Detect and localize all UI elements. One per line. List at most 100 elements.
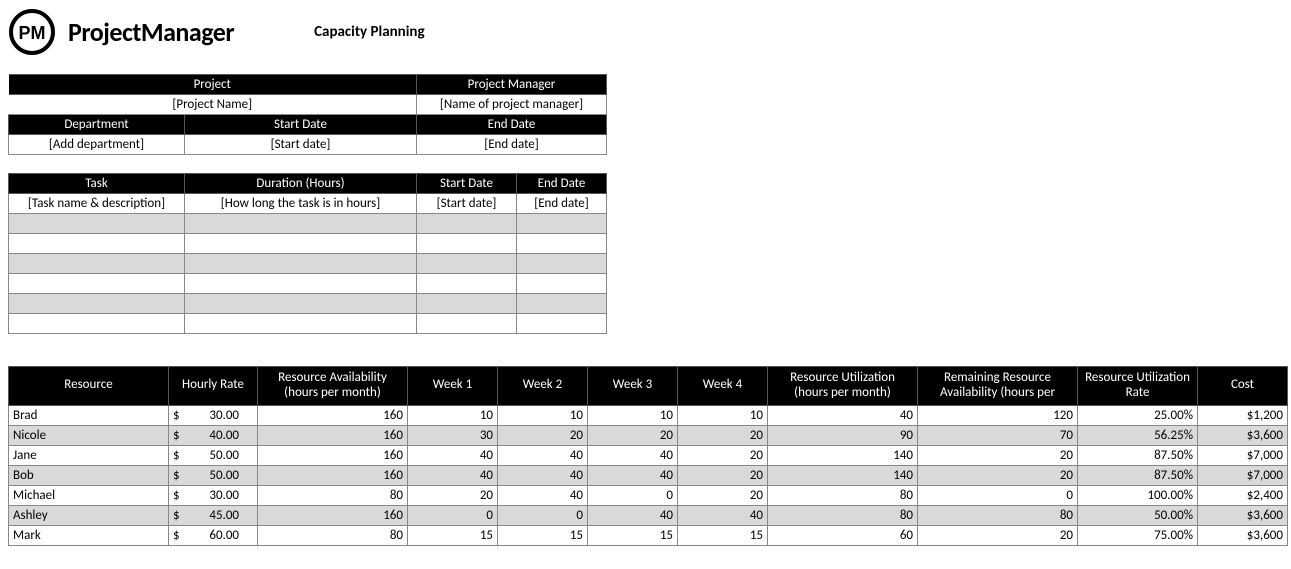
week3-cell[interactable]: 40 [588, 505, 678, 525]
week2-cell[interactable]: 0 [498, 505, 588, 525]
remain-cell[interactable]: 20 [918, 465, 1078, 485]
remain-cell[interactable]: 20 [918, 445, 1078, 465]
task-row[interactable]: [Task name & description] [How long the … [9, 194, 607, 214]
enddate-value[interactable]: [End date] [417, 135, 607, 155]
avail-cell[interactable]: 160 [258, 505, 408, 525]
week3-cell[interactable]: 20 [588, 425, 678, 445]
pm-value[interactable]: [Name of project manager] [417, 95, 607, 115]
util-rate-cell[interactable]: 50.00% [1078, 505, 1198, 525]
util-cell[interactable]: 40 [768, 405, 918, 425]
task-row[interactable] [9, 294, 607, 314]
resource-row[interactable]: Michael$30.00802040020800100.00%$2,400 [9, 485, 1288, 505]
resource-row[interactable]: Jane$50.00160404040201402087.50%$7,000 [9, 445, 1288, 465]
resource-row[interactable]: Nicole$40.0016030202020907056.25%$3,600 [9, 425, 1288, 445]
remain-cell[interactable]: 70 [918, 425, 1078, 445]
resource-name[interactable]: Ashley [9, 505, 169, 525]
week1-cell[interactable]: 20 [408, 485, 498, 505]
task-start-cell[interactable]: [Start date] [417, 194, 517, 214]
week4-cell[interactable]: 10 [678, 405, 768, 425]
week1-cell[interactable]: 15 [408, 525, 498, 545]
week4-cell[interactable]: 20 [678, 485, 768, 505]
remain-cell[interactable]: 80 [918, 505, 1078, 525]
util-cell[interactable]: 80 [768, 485, 918, 505]
util-rate-cell[interactable]: 25.00% [1078, 405, 1198, 425]
avail-cell[interactable]: 160 [258, 465, 408, 485]
resource-name[interactable]: Brad [9, 405, 169, 425]
task-row[interactable] [9, 274, 607, 294]
avail-cell[interactable]: 80 [258, 485, 408, 505]
week2-cell[interactable]: 15 [498, 525, 588, 545]
resource-row[interactable]: Ashley$45.00160004040808050.00%$3,600 [9, 505, 1288, 525]
task-row[interactable] [9, 314, 607, 334]
rate-value[interactable]: 60.00 [185, 525, 258, 545]
rate-value[interactable]: 50.00 [185, 445, 258, 465]
util-rate-cell[interactable]: 75.00% [1078, 525, 1198, 545]
cost-cell[interactable]: $3,600 [1198, 425, 1288, 445]
week4-cell[interactable]: 20 [678, 445, 768, 465]
util-cell[interactable]: 60 [768, 525, 918, 545]
task-name-cell[interactable]: [Task name & description] [9, 194, 185, 214]
avail-cell[interactable]: 160 [258, 425, 408, 445]
project-value[interactable]: [Project Name] [9, 95, 417, 115]
week4-cell[interactable]: 20 [678, 465, 768, 485]
week2-cell[interactable]: 40 [498, 445, 588, 465]
week3-cell[interactable]: 40 [588, 465, 678, 485]
week2-cell[interactable]: 10 [498, 405, 588, 425]
week4-cell[interactable]: 20 [678, 425, 768, 445]
week3-cell[interactable]: 40 [588, 445, 678, 465]
rate-symbol[interactable]: $ [169, 425, 185, 445]
rate-symbol[interactable]: $ [169, 445, 185, 465]
cost-cell[interactable]: $3,600 [1198, 505, 1288, 525]
rate-value[interactable]: 50.00 [185, 465, 258, 485]
util-cell[interactable]: 90 [768, 425, 918, 445]
week3-cell[interactable]: 10 [588, 405, 678, 425]
week1-cell[interactable]: 40 [408, 465, 498, 485]
cost-cell[interactable]: $7,000 [1198, 465, 1288, 485]
week1-cell[interactable]: 30 [408, 425, 498, 445]
rate-value[interactable]: 30.00 [185, 405, 258, 425]
resource-name[interactable]: Bob [9, 465, 169, 485]
task-row[interactable] [9, 214, 607, 234]
task-row[interactable] [9, 234, 607, 254]
util-cell[interactable]: 140 [768, 465, 918, 485]
avail-cell[interactable]: 160 [258, 405, 408, 425]
rate-symbol[interactable]: $ [169, 405, 185, 425]
resource-row[interactable]: Brad$30.00160101010104012025.00%$1,200 [9, 405, 1288, 425]
week4-cell[interactable]: 40 [678, 505, 768, 525]
cost-cell[interactable]: $1,200 [1198, 405, 1288, 425]
cost-cell[interactable]: $7,000 [1198, 445, 1288, 465]
rate-value[interactable]: 30.00 [185, 485, 258, 505]
cost-cell[interactable]: $2,400 [1198, 485, 1288, 505]
rate-value[interactable]: 40.00 [185, 425, 258, 445]
resource-name[interactable]: Michael [9, 485, 169, 505]
week2-cell[interactable]: 40 [498, 465, 588, 485]
remain-cell[interactable]: 0 [918, 485, 1078, 505]
week3-cell[interactable]: 0 [588, 485, 678, 505]
rate-value[interactable]: 45.00 [185, 505, 258, 525]
rate-symbol[interactable]: $ [169, 485, 185, 505]
rate-symbol[interactable]: $ [169, 525, 185, 545]
week2-cell[interactable]: 20 [498, 425, 588, 445]
resource-row[interactable]: Mark$60.008015151515602075.00%$3,600 [9, 525, 1288, 545]
rate-symbol[interactable]: $ [169, 505, 185, 525]
util-rate-cell[interactable]: 87.50% [1078, 465, 1198, 485]
week1-cell[interactable]: 10 [408, 405, 498, 425]
resource-name[interactable]: Nicole [9, 425, 169, 445]
avail-cell[interactable]: 80 [258, 525, 408, 545]
dept-value[interactable]: [Add department] [9, 135, 185, 155]
util-rate-cell[interactable]: 87.50% [1078, 445, 1198, 465]
week3-cell[interactable]: 15 [588, 525, 678, 545]
startdate-value[interactable]: [Start date] [185, 135, 417, 155]
resource-name[interactable]: Jane [9, 445, 169, 465]
util-rate-cell[interactable]: 56.25% [1078, 425, 1198, 445]
week2-cell[interactable]: 40 [498, 485, 588, 505]
week1-cell[interactable]: 0 [408, 505, 498, 525]
task-dur-cell[interactable]: [How long the task is in hours] [185, 194, 417, 214]
task-row[interactable] [9, 254, 607, 274]
util-cell[interactable]: 140 [768, 445, 918, 465]
remain-cell[interactable]: 120 [918, 405, 1078, 425]
util-rate-cell[interactable]: 100.00% [1078, 485, 1198, 505]
week4-cell[interactable]: 15 [678, 525, 768, 545]
util-cell[interactable]: 80 [768, 505, 918, 525]
week1-cell[interactable]: 40 [408, 445, 498, 465]
